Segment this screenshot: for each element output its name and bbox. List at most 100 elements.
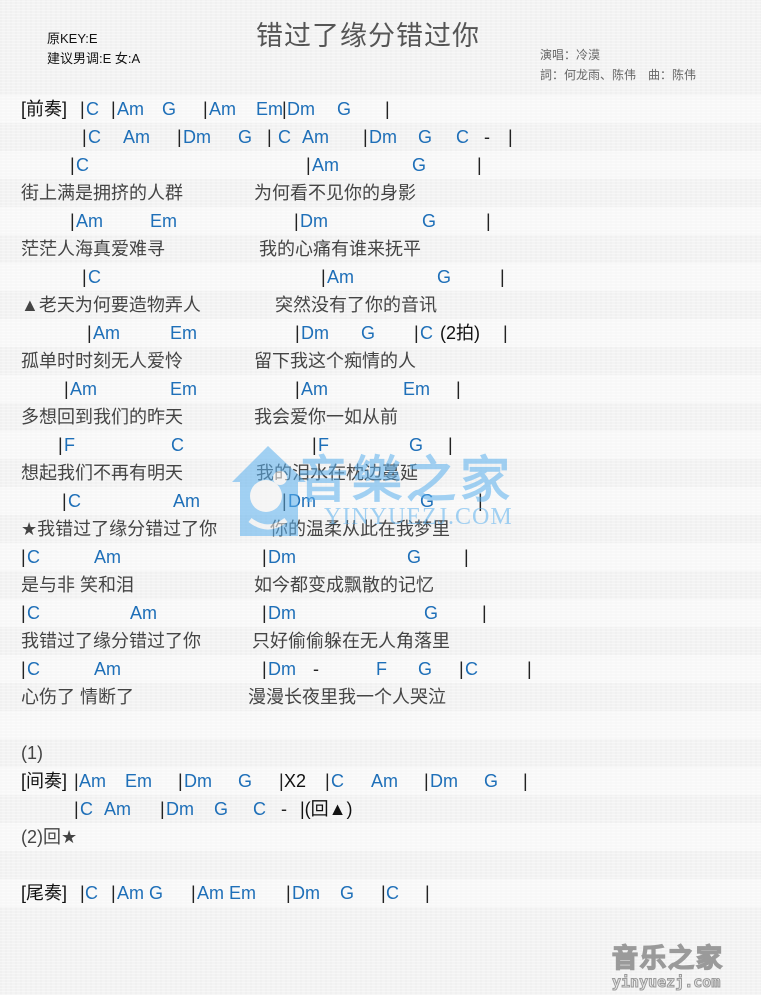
- chord: Am: [327, 267, 354, 287]
- chord: Am Em: [197, 883, 257, 903]
- bar-line: |: [267, 127, 272, 147]
- chord: G: [214, 799, 229, 819]
- section-marker: (2拍): [440, 323, 480, 343]
- bar-line: |: [363, 127, 368, 147]
- bar-line: |: [321, 267, 326, 287]
- chord: Em: [403, 379, 430, 399]
- chord: C: [465, 659, 478, 679]
- lyric-text: ▲老天为何要造物弄人: [21, 295, 201, 315]
- chord: C: [27, 547, 40, 567]
- chord: Dm: [288, 491, 316, 511]
- bar-line: |: [381, 883, 386, 903]
- bar-line: |: [477, 155, 482, 175]
- chord: Dm: [301, 323, 329, 343]
- bar-line: |: [527, 659, 532, 679]
- lyric-line: 想起我们不再有明天 我的泪水在枕边蔓延: [0, 459, 761, 487]
- bar-line: |: [424, 771, 429, 791]
- chord: Em: [170, 379, 197, 399]
- chord: G: [162, 99, 177, 119]
- bar-line: |: [62, 491, 67, 511]
- lyric-text: 我错过了缘分错过了你: [21, 631, 201, 651]
- chord-line: [尾奏] | C | Am G | Am Em | Dm G | C |: [0, 879, 761, 907]
- bar-line: |: [82, 267, 87, 287]
- chord: Dm: [268, 603, 296, 623]
- bar-line: |: [74, 799, 79, 819]
- chord: C: [85, 883, 98, 903]
- chord: Dm: [184, 771, 212, 791]
- bar-line: -: [281, 799, 287, 819]
- bar-line: |: [178, 771, 183, 791]
- bar-line: |: [294, 211, 299, 231]
- bar-line: |: [385, 99, 390, 119]
- chord-line: | C | Am G |: [0, 151, 761, 179]
- bar-line: |: [80, 99, 85, 119]
- lyric-text: 突然没有了你的音讯: [275, 295, 437, 315]
- bar-line: |: [262, 603, 267, 623]
- chord: G: [407, 547, 422, 567]
- singer-credit: 演唱：冷漠: [540, 48, 601, 62]
- bar-line: |: [456, 379, 461, 399]
- chord-line: | C Am | Dm G | C Am | Dm G C - |: [0, 123, 761, 151]
- lyric-line: (1): [0, 739, 761, 767]
- bar-line: |: [286, 883, 291, 903]
- chord: Dm: [292, 883, 320, 903]
- chord: G: [424, 603, 439, 623]
- chord: G: [337, 99, 352, 119]
- lyric-line: 我错过了缘分错过了你 只好偷偷躲在无人角落里: [0, 627, 761, 655]
- chord: C: [88, 267, 101, 287]
- bar-line: |: [425, 883, 430, 903]
- bar-line: |: [87, 323, 92, 343]
- chord: G: [238, 771, 253, 791]
- bar-line: |: [70, 211, 75, 231]
- chord: G: [420, 491, 435, 511]
- section-marker: [间奏]: [21, 771, 68, 791]
- writer-credit: 詞：何龙雨、陈伟 曲：陈伟: [540, 68, 697, 82]
- bar-line: |: [203, 99, 208, 119]
- chord: Dm: [430, 771, 458, 791]
- chord: C: [68, 491, 81, 511]
- chord: Dm: [268, 659, 296, 679]
- suggested-key: 建议男调:E 女:A: [47, 51, 141, 66]
- chord: Am: [371, 771, 398, 791]
- chord: Em: [170, 323, 197, 343]
- lyric-text: 我的心痛有谁来抚平: [259, 239, 421, 259]
- chord: C: [420, 323, 433, 343]
- chord: Am: [209, 99, 236, 119]
- chord-line: | Am Em | Dm G |: [0, 207, 761, 235]
- chord: G: [418, 659, 433, 679]
- bar-line: -: [313, 659, 319, 679]
- bar-line: |: [82, 127, 87, 147]
- lyric-text: ★我错过了缘分错过了你: [21, 519, 218, 539]
- chord: Am: [94, 547, 121, 567]
- chord: Dm: [300, 211, 328, 231]
- chord-line: | Am Em | Am Em |: [0, 375, 761, 403]
- chord: C: [386, 883, 399, 903]
- bar-line: |: [464, 547, 469, 567]
- chord: Dm: [268, 547, 296, 567]
- bar-line: |: [177, 127, 182, 147]
- lyric-text: 想起我们不再有明天: [21, 463, 183, 483]
- chord: G: [484, 771, 499, 791]
- chord: Em: [150, 211, 177, 231]
- chord: C: [88, 127, 101, 147]
- chord: Am: [93, 323, 120, 343]
- lyric-text: 茫茫人海真爱难寻: [21, 239, 165, 259]
- chord: G: [340, 883, 355, 903]
- chord: F: [376, 659, 387, 679]
- lyric-text: 我的泪水在枕边蔓延: [256, 463, 418, 483]
- chord-line: | Am Em | Dm G | C (2拍) |: [0, 319, 761, 347]
- chord: Am: [104, 799, 131, 819]
- chord: C: [86, 99, 99, 119]
- chord: Am: [70, 379, 97, 399]
- chord: Dm: [166, 799, 194, 819]
- chord: G: [361, 323, 376, 343]
- song-title: 错过了缘分错过你: [256, 21, 480, 51]
- lyric-text: 孤单时时刻无人爱怜: [21, 351, 183, 371]
- chord: Am: [173, 491, 200, 511]
- chord: G: [238, 127, 253, 147]
- bar-line: |: [508, 127, 513, 147]
- chord: Am G: [117, 883, 164, 903]
- lyric-text: 漫漫长夜里我一个人哭泣: [248, 687, 446, 707]
- chord: C: [278, 127, 291, 147]
- lyric-line: 心伤了 情断了 漫漫长夜里我一个人哭泣: [0, 683, 761, 711]
